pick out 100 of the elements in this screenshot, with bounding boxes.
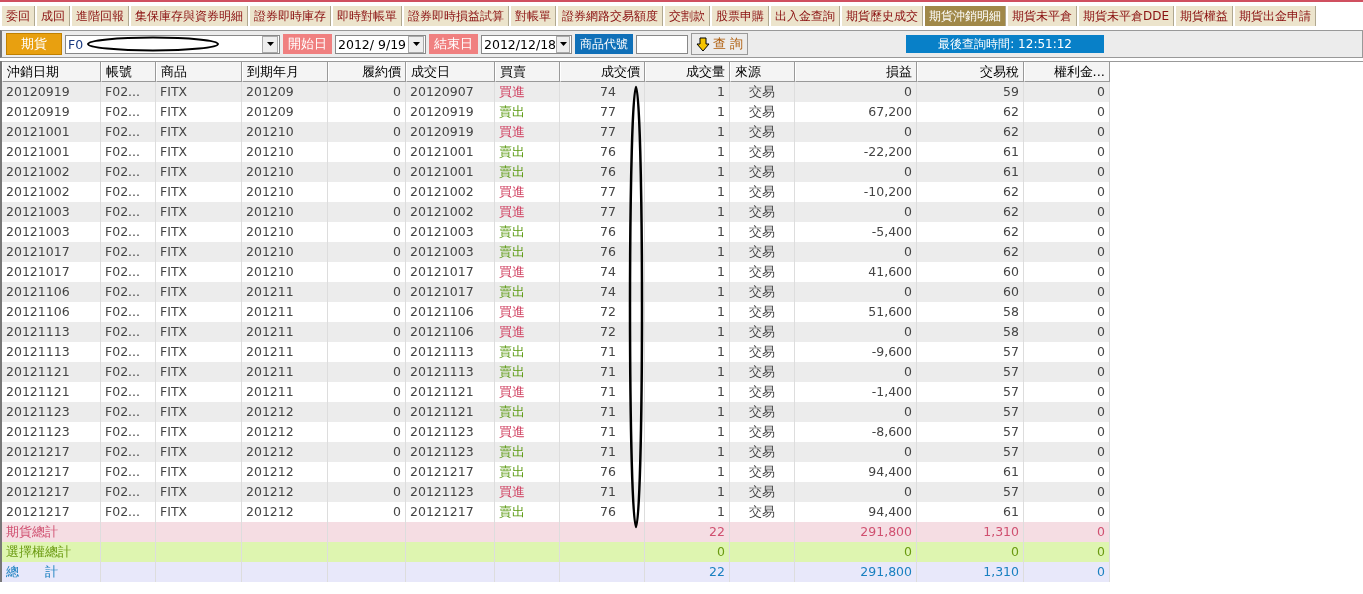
table-cell: F02... [101, 322, 156, 342]
tab[interactable]: 證券即時損益試算 [402, 6, 509, 26]
table-cell: 20121002 [406, 202, 495, 222]
table-cell: F02... [101, 402, 156, 422]
table-cell: 0 [1024, 82, 1110, 102]
table-cell: F02... [101, 242, 156, 262]
total-label: 總 計 [2, 562, 101, 582]
table-cell: 賣出 [495, 402, 560, 422]
column-header[interactable]: 交易稅 [917, 62, 1024, 82]
tab[interactable]: 交割款 [663, 6, 710, 26]
column-header[interactable]: 履約價 [328, 62, 406, 82]
table-cell: 20121113 [406, 362, 495, 382]
tab[interactable]: 委回 [0, 6, 35, 26]
column-header[interactable]: 沖銷日期 [2, 62, 101, 82]
table-cell: 62 [917, 242, 1024, 262]
table-cell: 71 [560, 362, 645, 382]
tab[interactable]: 期貨未平倉 [1006, 6, 1077, 26]
table-cell: 58 [917, 322, 1024, 342]
table-cell: 22 [645, 562, 730, 582]
table-cell: 0 [795, 362, 917, 382]
product-code-field[interactable] [636, 34, 688, 54]
table-cell: 0 [328, 242, 406, 262]
tab[interactable]: 期貨歷史成交 [840, 6, 923, 26]
tab[interactable]: 成回 [35, 6, 70, 26]
column-header[interactable]: 成交量 [645, 62, 730, 82]
table-cell: 交易 [730, 242, 795, 262]
table-cell: 0 [328, 362, 406, 382]
table-cell: 57 [917, 402, 1024, 422]
column-header[interactable]: 成交日 [406, 62, 495, 82]
table-cell: 60 [917, 282, 1024, 302]
table-cell: FITX [156, 162, 242, 182]
column-header[interactable]: 商品 [156, 62, 242, 82]
start-date-dropdown[interactable]: 2012/ 9/19 [335, 34, 426, 54]
start-date-label: 開始日 [283, 34, 332, 54]
column-header[interactable]: 損益 [795, 62, 917, 82]
table-cell: 交易 [730, 122, 795, 142]
table-cell: 201210 [242, 122, 328, 142]
table-cell: 77 [560, 122, 645, 142]
table-cell: FITX [156, 322, 242, 342]
account-dropdown[interactable]: F0 [65, 34, 280, 54]
table-cell: 74 [560, 282, 645, 302]
down-arrow-icon [696, 36, 710, 52]
table-cell: 0 [795, 162, 917, 182]
table-cell: 交易 [730, 202, 795, 222]
tab[interactable]: 出入金查詢 [769, 6, 840, 26]
tab[interactable]: 即時對帳單 [331, 6, 402, 26]
table-cell: F02... [101, 122, 156, 142]
tab[interactable]: 證券網路交易額度 [556, 6, 663, 26]
column-header[interactable]: 權利金... [1024, 62, 1110, 82]
table-cell: 20121001 [2, 122, 101, 142]
table-cell: 0 [795, 482, 917, 502]
tab[interactable]: 證券即時庫存 [248, 6, 331, 26]
table-cell: 77 [560, 202, 645, 222]
table-cell: 0 [328, 202, 406, 222]
table-cell: 20121121 [2, 362, 101, 382]
table-cell: 0 [1024, 122, 1110, 142]
table-cell: 20121017 [2, 242, 101, 262]
tab[interactable]: 進階回報 [70, 6, 129, 26]
table-cell: 20121002 [2, 162, 101, 182]
table-cell: 20121001 [406, 162, 495, 182]
table-cell: 20121017 [406, 282, 495, 302]
column-header[interactable]: 成交價 [560, 62, 645, 82]
table-cell: 0 [1024, 282, 1110, 302]
table-cell: FITX [156, 442, 242, 462]
column-header[interactable]: 到期年月 [242, 62, 328, 82]
table-cell: 交易 [730, 362, 795, 382]
table-cell: 買進 [495, 322, 560, 342]
column-header[interactable]: 來源 [730, 62, 795, 82]
table-cell: 0 [328, 322, 406, 342]
table-cell: 291,800 [795, 562, 917, 582]
table-cell: 59 [917, 82, 1024, 102]
tab[interactable]: 集保庫存與資券明細 [129, 6, 248, 26]
table-cell: 0 [1024, 482, 1110, 502]
tab[interactable]: 股票申購 [710, 6, 769, 26]
table-cell: 20120919 [2, 82, 101, 102]
table-cell: 1 [645, 242, 730, 262]
table-cell: F02... [101, 282, 156, 302]
tab[interactable]: 期貨權益 [1174, 6, 1234, 26]
table-cell: 0 [795, 242, 917, 262]
table-cell: 賣出 [495, 162, 560, 182]
table-cell: 1 [645, 162, 730, 182]
tab[interactable]: 期貨未平倉DDE [1077, 6, 1175, 26]
table-cell: 0 [1024, 442, 1110, 462]
tab[interactable]: 期貨出金申請 [1233, 6, 1317, 26]
table-cell: F02... [101, 82, 156, 102]
table-cell: 0 [795, 122, 917, 142]
product-code-label: 商品代號 [575, 34, 633, 54]
table-cell: 1 [645, 362, 730, 382]
query-button[interactable]: 查 詢 [691, 33, 749, 55]
table-cell: 0 [795, 442, 917, 462]
table-cell: 賣出 [495, 442, 560, 462]
table-cell: 0 [328, 162, 406, 182]
column-header[interactable]: 帳號 [101, 62, 156, 82]
table-cell: F02... [101, 442, 156, 462]
table-cell: 201211 [242, 362, 328, 382]
column-header[interactable]: 買賣 [495, 62, 560, 82]
end-date-dropdown[interactable]: 2012/12/18 [481, 34, 572, 54]
tab[interactable]: 對帳單 [509, 6, 556, 26]
table-cell: 交易 [730, 162, 795, 182]
table-cell: 0 [328, 282, 406, 302]
